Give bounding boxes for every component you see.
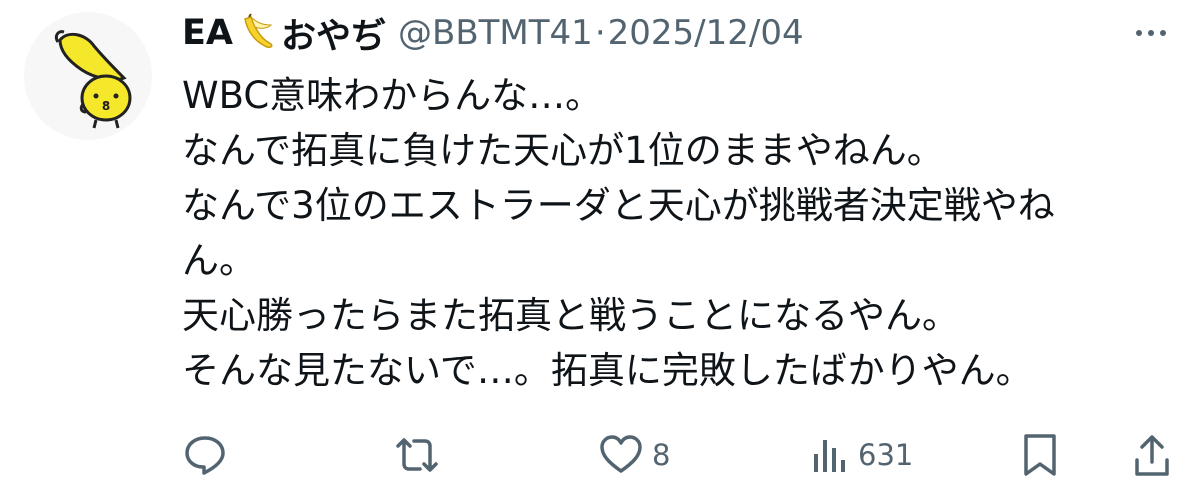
tweet-text: WBC意味わからんな…。 なんで拓真に負けた天心が1位のままやねん。 なんで3位… xyxy=(182,68,1172,398)
reply-icon xyxy=(182,432,228,478)
display-name[interactable]: EA おやぢ xyxy=(182,8,386,59)
views-count: 631 xyxy=(858,438,914,472)
bookmark-button[interactable] xyxy=(1018,428,1062,482)
display-name-prefix: EA xyxy=(182,13,233,53)
user-handle[interactable]: @BBTMT41 xyxy=(398,13,593,53)
views-button[interactable]: 631 xyxy=(810,428,913,482)
separator-dot: · xyxy=(594,13,606,53)
more-options-icon[interactable] xyxy=(1126,18,1176,48)
like-count: 8 xyxy=(652,438,671,472)
post-date[interactable]: 2025/12/04 xyxy=(608,13,804,53)
reply-button[interactable] xyxy=(182,428,228,482)
tweet-line: WBC意味わからんな…。 xyxy=(182,74,603,117)
tweet-line: なんで3位のエストラーダと天心が挑戦者決定戦やね xyxy=(182,184,1055,227)
tweet-line: ん。 xyxy=(182,239,256,282)
tweet-line: そんな見たないで…。拓真に完敗したばかりやん。 xyxy=(182,349,1033,392)
like-button[interactable]: 8 xyxy=(598,428,670,482)
tweet-line: 天心勝ったらまた拓真と戦うことになるやん。 xyxy=(182,294,959,337)
views-icon xyxy=(810,432,850,478)
retweet-button[interactable] xyxy=(392,428,442,482)
banana-chick-avatar-icon: 8 xyxy=(24,12,152,140)
avatar[interactable]: 8 xyxy=(24,12,152,140)
share-button[interactable] xyxy=(1132,428,1172,482)
share-icon xyxy=(1132,432,1172,478)
svg-text:8: 8 xyxy=(102,99,110,113)
heart-icon xyxy=(598,432,644,478)
tweet: 8 EA おやぢ @BBTMT41 · 2025/12/04 WBC意味わからん… xyxy=(0,0,1200,499)
tweet-actions: 8 631 xyxy=(182,428,1172,482)
banana-emoji-icon xyxy=(237,13,277,53)
tweet-line: なんで拓真に負けた天心が1位のままやねん。 xyxy=(182,129,944,172)
tweet-header: EA おやぢ @BBTMT41 · 2025/12/04 xyxy=(182,8,804,59)
display-name-suffix: おやぢ xyxy=(281,16,387,57)
retweet-icon xyxy=(392,432,442,478)
bookmark-icon xyxy=(1018,432,1062,478)
